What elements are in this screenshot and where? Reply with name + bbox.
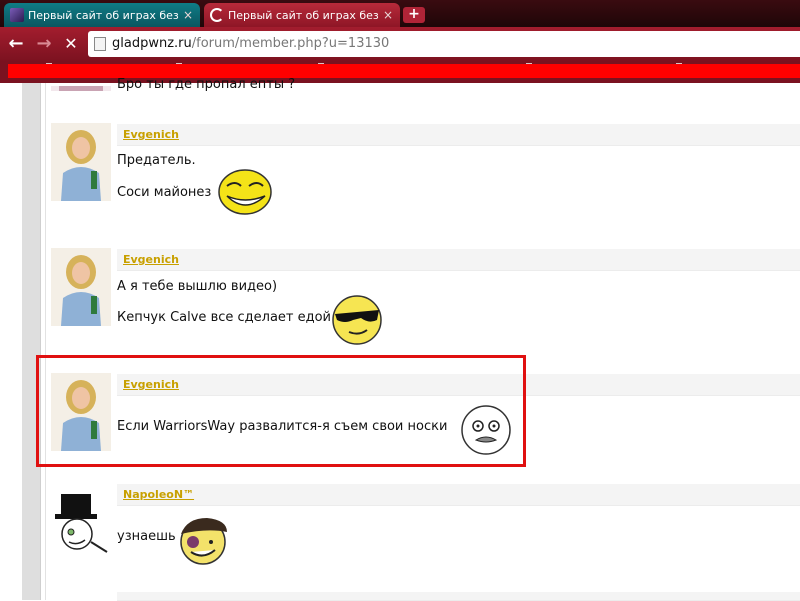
url-host: gladpwnz.ru (112, 36, 192, 51)
trollface-smiley-icon (218, 169, 272, 215)
tab-title: Первый сайт об играх без це (28, 8, 182, 22)
tab-strip: Первый сайт об играх без це × Первый сай… (0, 0, 800, 27)
tab-close-icon[interactable]: × (382, 8, 394, 22)
browser-toolbar: ← → ✕ gladpwnz.ru/forum/member.php?u=131… (0, 27, 800, 61)
stop-loading-icon[interactable]: ✕ (61, 34, 81, 54)
avatar[interactable] (51, 83, 111, 91)
loading-spinner-icon (210, 8, 224, 22)
tab-title: Первый сайт об играх без це (228, 8, 382, 22)
avatar[interactable] (51, 248, 111, 326)
redaction-bar (8, 64, 800, 78)
post-message-line: А я тебе вышлю видео) (117, 279, 278, 294)
post-message-line: Соси майонез (117, 185, 212, 200)
avatar[interactable] (51, 123, 111, 201)
forward-arrow-icon[interactable]: → (34, 34, 54, 54)
soldier-beret-smiley-icon (180, 518, 227, 565)
back-arrow-icon[interactable]: ← (6, 34, 26, 54)
avatar[interactable] (51, 492, 111, 558)
post-message-line: Кепчук Calve все сделает едой (117, 310, 332, 325)
site-favicon-icon (10, 8, 24, 22)
post-message: Бро ты где пропал епты ? (117, 77, 296, 92)
post-author-link[interactable]: NapoleoN™ (123, 488, 194, 501)
post-author-link[interactable]: Evgenich (123, 128, 179, 141)
browser-tab-2-active[interactable]: Первый сайт об играх без це × (204, 3, 400, 27)
post-author-link[interactable]: Evgenich (123, 253, 179, 266)
url-path: /forum/member.php?u=13130 (191, 36, 390, 51)
post-header (117, 249, 800, 271)
page-icon (94, 37, 106, 51)
left-gutter (22, 83, 41, 600)
post-header (117, 484, 800, 506)
new-tab-button[interactable]: + (403, 7, 425, 23)
highlight-box (36, 355, 526, 467)
post-message-line: узнаешь (117, 529, 176, 544)
post-header (117, 124, 800, 146)
tab-close-icon[interactable]: × (182, 8, 194, 22)
browser-tab-1[interactable]: Первый сайт об играх без це × (4, 3, 200, 27)
content-divider (45, 83, 46, 600)
post-message-line: Предатель. (117, 153, 196, 168)
address-bar[interactable]: gladpwnz.ru/forum/member.php?u=13130 (88, 31, 800, 57)
cool-sunglasses-smiley-icon (332, 295, 382, 345)
